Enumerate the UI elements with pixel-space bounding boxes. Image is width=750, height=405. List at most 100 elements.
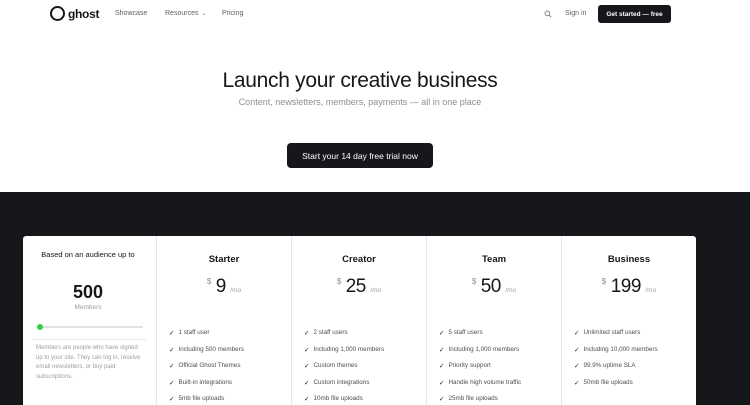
feature-label: 1 staff user [178,329,210,336]
plan-price: $ 9 /mo [157,276,291,298]
audience-unit: Members [74,304,102,311]
feature-item: ✓ Including 1,000 members [439,346,521,363]
ghost-logo[interactable]: ghost [50,6,99,21]
feature-list: ✓ 5 staff users ✓ Including 1,000 members … [439,329,521,405]
feature-label: 10mb file uploads [313,395,363,402]
feature-item: ✓ 99.9% uptime SLA [574,362,658,379]
feature-list: ✓ 1 staff user ✓ Including 500 members ✓ Of… [169,329,244,405]
check-icon: ✓ [574,379,580,387]
feature-item: ✓ Official Ghost Themes [169,362,244,379]
feature-item: ✓ 2 staff users [304,329,384,346]
feature-item: ✓ Custom integrations [304,379,384,396]
price-amount: 50 [480,276,502,297]
price-amount: 199 [610,276,642,297]
search-icon[interactable] [544,10,552,18]
sign-in-link[interactable]: Sign in [565,10,586,17]
plan-name: Creator [342,254,376,265]
check-icon: ✓ [439,346,445,354]
check-icon: ✓ [574,330,580,337]
price-currency: $ [336,277,342,286]
feature-item: ✓ Including 10,000 members [574,346,658,363]
pricing-table: Based on an audience up to 500 Members M… [23,236,696,405]
price-currency: $ [206,277,212,286]
price-period: /mo [370,287,382,294]
plan-team: Team $ 50 /mo ✓ 5 staff users ✓ Including … [427,236,561,405]
check-icon: ✓ [439,396,445,403]
audience-slider-handle[interactable] [37,324,43,330]
chevron-down-icon: ⌄ [201,11,207,17]
start-trial-button[interactable]: Start your 14 day free trial now [287,143,433,168]
check-icon: ✓ [169,346,175,354]
hero-subtitle: Content, newsletters, members, payments … [238,97,482,107]
feature-label: 2 staff users [313,329,348,336]
feature-item: ✓ 5 staff users [439,329,521,346]
check-icon: ✓ [439,330,445,337]
price-currency: $ [471,277,477,286]
feature-label: 50mb file uploads [583,378,633,386]
feature-label: Including 10,000 members [583,345,658,353]
check-icon: ✓ [304,330,310,337]
divider [33,339,146,340]
feature-label: 25mb file uploads [448,395,498,402]
plan-creator: Creator $ 25 /mo ✓ 2 staff users ✓ Includi… [292,236,426,405]
feature-item: ✓ 1 staff user [169,329,244,346]
feature-label: Official Ghost Themes [178,362,241,369]
plan-business: Business $ 199 /mo ✓ Unlimited staff user… [562,236,696,405]
feature-label: Unlimited staff users [583,329,641,336]
ghost-logo-mark-icon [50,6,65,21]
feature-label: Custom integrations [313,378,370,386]
audience-slider[interactable] [37,324,143,330]
nav-link-pricing[interactable]: Pricing [222,10,243,17]
check-icon: ✓ [304,396,310,403]
feature-label: Including 1,000 members [448,345,520,353]
plan-name: Business [607,254,651,265]
feature-item: ✓ 10mb file uploads [304,395,384,405]
feature-item: ✓ 25mb file uploads [439,395,521,405]
plan-price: $ 25 /mo [292,276,426,298]
check-icon: ✓ [169,379,175,387]
feature-label: Custom themes [313,362,358,369]
feature-item: ✓ Handle high volume traffic [439,379,521,396]
check-icon: ✓ [439,379,445,387]
price-amount: 9 [215,276,227,297]
plan-name: Starter [208,254,240,265]
feature-item: ✓ Built-in integrations [169,379,244,396]
nav-link-resources[interactable]: Resources ⌄ [165,10,207,17]
feature-list: ✓ Unlimited staff users ✓ Including 10,000… [574,329,658,395]
nav-link-showcase[interactable]: Showcase [115,10,147,17]
audience-description: Members are people who have signed up to… [36,345,141,380]
feature-label: 99.9% uptime SLA [583,362,636,369]
feature-item: ✓ Including 500 members [169,346,244,363]
check-icon: ✓ [169,396,175,403]
get-started-button[interactable]: Get started — free [598,5,671,23]
plan-price: $ 199 /mo [562,276,696,298]
audience-selector: Based on an audience up to 500 Members M… [23,236,156,405]
feature-label: Priority support [448,362,491,369]
check-icon: ✓ [574,346,580,354]
plan-starter: Starter $ 9 /mo ✓ 1 staff user ✓ Including… [157,236,291,405]
feature-item: ✓ Unlimited staff users [574,329,658,346]
logo-text: ghost [68,6,100,21]
check-icon: ✓ [574,363,580,370]
feature-label: 5mb file uploads [178,395,225,402]
check-icon: ✓ [439,363,445,370]
hero-title: Launch your creative business [222,69,498,92]
plan-name: Team [481,254,507,265]
feature-label: Including 500 members [178,345,244,353]
feature-label: 5 staff users [448,329,483,336]
price-period: /mo [230,287,242,294]
price-period: /mo [645,287,657,294]
audience-heading: Based on an audience up to [41,250,135,259]
feature-label: Handle high volume traffic [448,378,522,386]
price-period: /mo [505,287,517,294]
feature-label: Including 1,000 members [313,345,385,353]
feature-item: ✓ Priority support [439,362,521,379]
feature-item: ✓ Custom themes [304,362,384,379]
check-icon: ✓ [304,363,310,370]
top-navigation: ghost Showcase Resources ⌄ Pricing Sign i… [0,0,750,30]
check-icon: ✓ [169,363,175,370]
nav-link-resources-label: Resources [165,10,199,17]
feature-item: ✓ 50mb file uploads [574,379,658,396]
check-icon: ✓ [304,346,310,354]
feature-list: ✓ 2 staff users ✓ Including 1,000 members … [304,329,384,405]
